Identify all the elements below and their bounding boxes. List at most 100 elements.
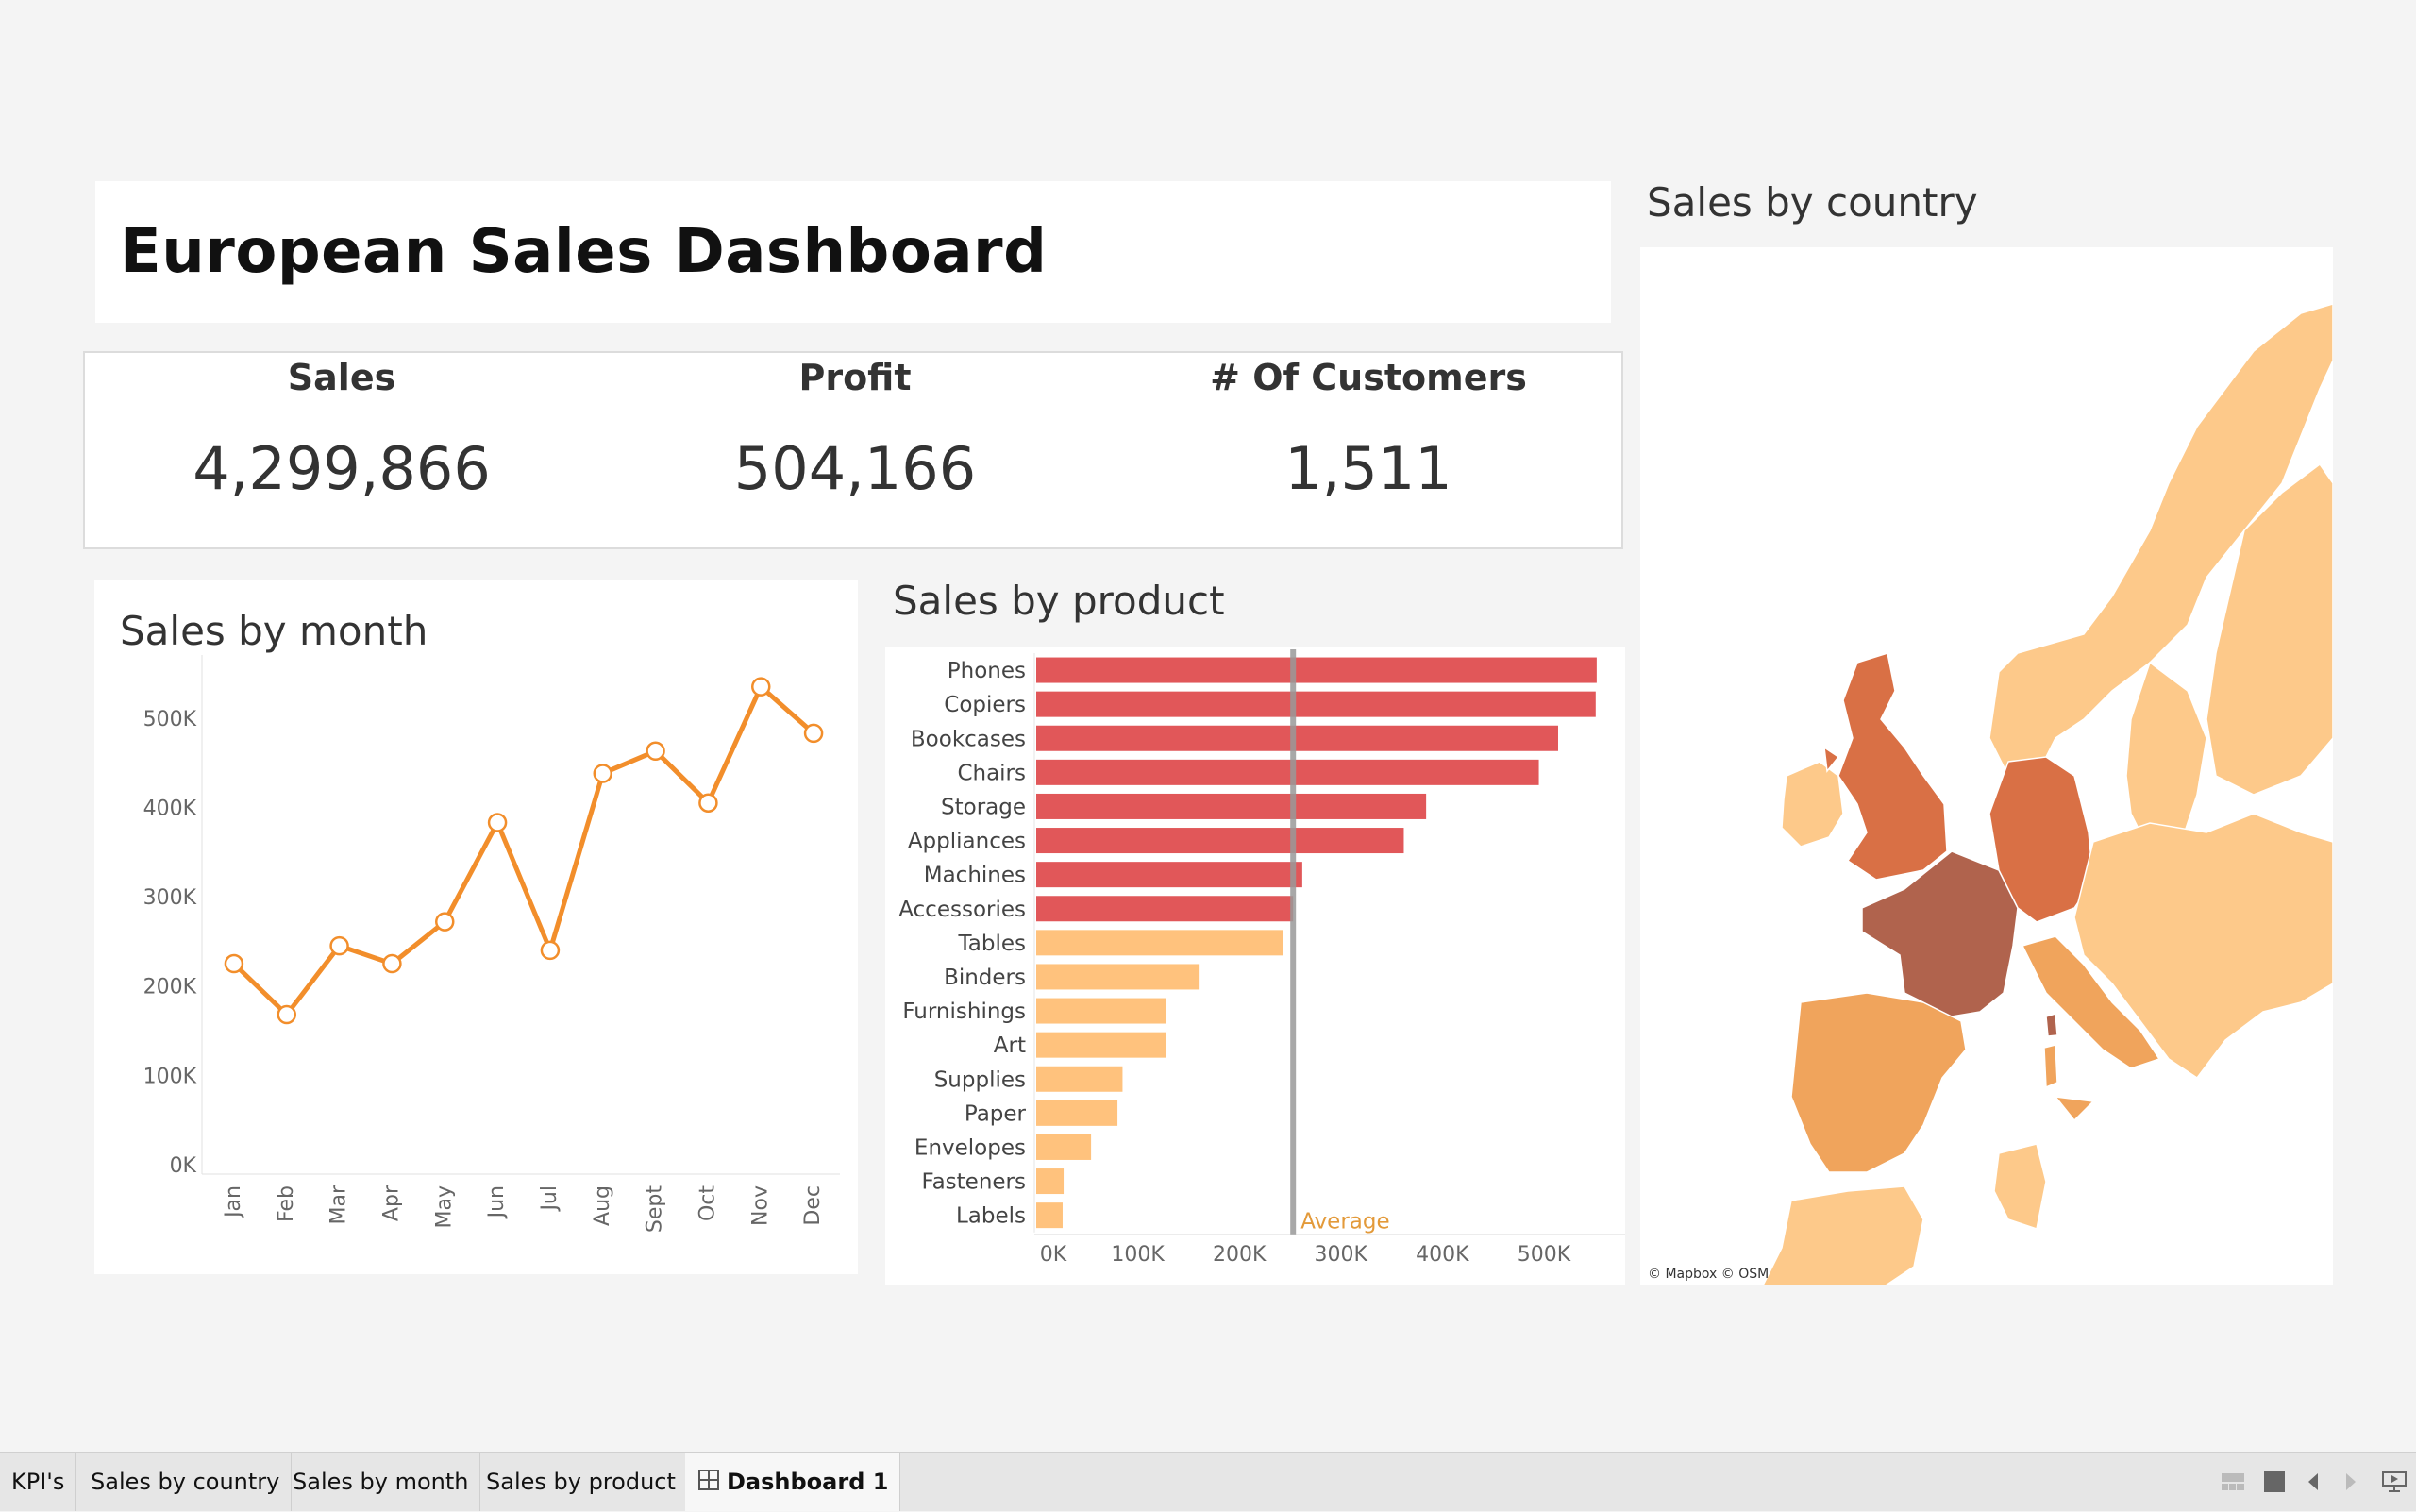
product-label: Paper [965, 1101, 1027, 1126]
x-tick-label: 300K [1315, 1243, 1368, 1267]
product-bar[interactable] [1036, 725, 1558, 751]
x-tick-label: Nov [748, 1185, 772, 1226]
y-tick-label: 0K [170, 1154, 197, 1178]
product-bar[interactable] [1036, 793, 1427, 819]
product-bar[interactable] [1036, 896, 1294, 922]
data-point[interactable] [329, 935, 349, 956]
product-label: Fasteners [921, 1170, 1026, 1195]
product-label: Binders [944, 966, 1026, 990]
product-bar[interactable] [1036, 657, 1597, 683]
x-tick-label: Jun [485, 1185, 509, 1219]
product-label: Machines [924, 864, 1026, 888]
data-point[interactable] [751, 677, 771, 697]
map-region-ireland[interactable] [1781, 761, 1844, 848]
product-label: Art [994, 1033, 1026, 1058]
x-tick-label: Sept [644, 1185, 667, 1233]
kpi-value: 1,511 [1284, 434, 1452, 503]
product-bar[interactable] [1036, 1202, 1063, 1229]
product-label: Appliances [908, 830, 1026, 854]
product-bar[interactable] [1036, 1134, 1092, 1160]
sales-line[interactable] [232, 684, 815, 1017]
product-bar[interactable] [1036, 1100, 1118, 1126]
kpi-value: 504,166 [733, 434, 977, 503]
tab-kpis[interactable]: KPI's [0, 1453, 77, 1511]
tab-sales-by-product[interactable]: Sales by product [475, 1453, 688, 1511]
data-point[interactable] [593, 764, 612, 783]
y-tick-label: 500K [143, 708, 197, 731]
sales-by-product-chart[interactable]: Phones Copiers Bookcases Chairs Storage Appli… [885, 647, 1625, 1285]
product-bar[interactable] [1036, 930, 1284, 956]
x-tick-label: Jan [222, 1185, 245, 1219]
next-sheet-icon[interactable] [2344, 1473, 2357, 1494]
x-tick-label: 0K [1040, 1243, 1067, 1267]
data-point[interactable] [540, 940, 561, 961]
product-chart-title: Sales by product [893, 578, 1225, 624]
y-tick-label: 400K [143, 797, 197, 820]
x-tick-label: Aug [591, 1185, 614, 1226]
sales-by-month-chart[interactable]: 0K 100K 200K 300K 400K 500K Jan Feb Mar Apr May Jun… [94, 580, 858, 1274]
data-point[interactable] [698, 793, 718, 813]
product-label: Copiers [944, 693, 1026, 717]
tab-sales-by-country[interactable]: Sales by country [79, 1453, 293, 1511]
product-bar[interactable] [1036, 862, 1302, 888]
grid-icon [698, 1453, 719, 1512]
map-region-iberia[interactable] [1790, 992, 1967, 1173]
sales-by-month-panel: Sales by month 0K 100K 200K 300K 400K 500K Jan… [94, 580, 858, 1274]
product-bar[interactable] [1036, 1168, 1065, 1195]
kpi-label: Profit [798, 357, 912, 398]
europe-map[interactable] [1640, 247, 2333, 1285]
product-bar[interactable] [1036, 964, 1200, 990]
presentation-mode-icon[interactable] [2382, 1470, 2407, 1496]
single-view-icon[interactable] [2264, 1471, 2285, 1496]
map-attribution[interactable]: © Mapbox © OSM [1648, 1267, 1769, 1282]
data-point[interactable] [435, 912, 455, 932]
x-tick-label: Oct [696, 1185, 719, 1221]
data-point[interactable] [646, 741, 665, 762]
x-tick-label: Apr [379, 1184, 403, 1221]
product-bar[interactable] [1036, 828, 1404, 854]
sales-by-country-map[interactable]: © Mapbox © OSM [1640, 247, 2333, 1285]
map-region-north-africa[interactable] [1762, 1143, 2047, 1285]
previous-sheet-icon[interactable] [2307, 1473, 2320, 1494]
product-label: Supplies [934, 1067, 1026, 1092]
x-tick-label: Jul [538, 1185, 562, 1213]
x-tick-label: Dec [801, 1185, 825, 1226]
dashboard-title: European Sales Dashboard [120, 217, 1048, 287]
y-tick-label: 300K [143, 886, 197, 910]
tab-sales-by-month[interactable]: Sales by month [281, 1453, 481, 1511]
kpi-profit[interactable]: Profit 504,166 [598, 353, 1112, 547]
x-tick-label: May [432, 1185, 456, 1228]
product-label: Phones [948, 659, 1026, 683]
tab-dashboard-1[interactable]: Dashboard 1 [685, 1453, 901, 1512]
product-bar[interactable] [1036, 691, 1596, 717]
x-tick-label: 500K [1518, 1243, 1571, 1267]
average-label: Average [1300, 1210, 1389, 1235]
product-label: Chairs [957, 761, 1026, 785]
product-label: Envelopes [914, 1135, 1026, 1160]
data-point[interactable] [487, 813, 508, 832]
map-title: Sales by country [1647, 179, 1978, 226]
kpi-sales[interactable]: Sales 4,299,866 [85, 353, 598, 547]
x-tick-label: Mar [327, 1184, 351, 1224]
tab-label: Dashboard 1 [727, 1469, 889, 1495]
map-region-uk[interactable] [1823, 652, 1948, 881]
product-bar[interactable] [1036, 1032, 1166, 1058]
data-point[interactable] [224, 953, 244, 974]
map-region-sardinia[interactable] [2043, 1044, 2058, 1089]
tab-label: KPI's [11, 1469, 65, 1495]
x-tick-label: 100K [1111, 1243, 1165, 1267]
title-panel: European Sales Dashboard [95, 181, 1611, 323]
filmstrip-view-icon[interactable] [2222, 1471, 2244, 1496]
data-point[interactable] [382, 953, 402, 974]
kpi-value: 4,299,866 [193, 434, 491, 503]
data-point[interactable] [277, 1004, 296, 1025]
map-region-corsica[interactable] [2045, 1013, 2058, 1037]
product-bar[interactable] [1036, 1066, 1123, 1092]
data-point[interactable] [803, 723, 824, 744]
product-bar[interactable] [1036, 998, 1166, 1024]
kpi-customers[interactable]: # Of Customers 1,511 [1112, 353, 1625, 547]
y-tick-label: 100K [143, 1065, 197, 1088]
sales-by-product-panel: Phones Copiers Bookcases Chairs Storage Appli… [885, 647, 1625, 1285]
x-tick-label: 400K [1416, 1243, 1469, 1267]
product-bar[interactable] [1036, 759, 1539, 785]
